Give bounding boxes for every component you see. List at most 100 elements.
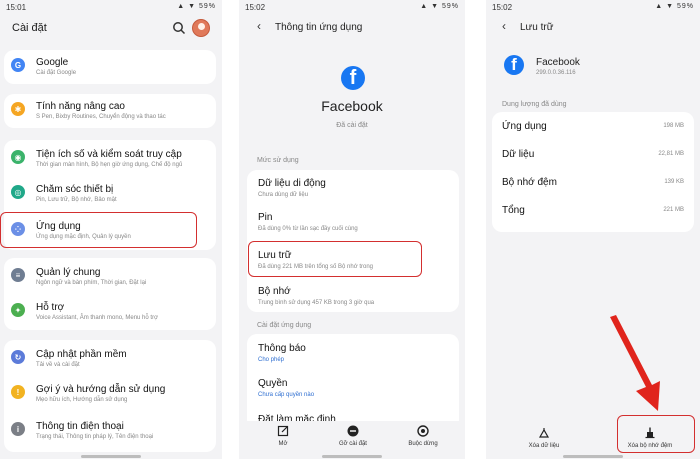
clear-cache-highlight-box xyxy=(617,415,695,453)
accessibility-icon: ✦ xyxy=(11,303,25,317)
section-label-usage: Mức sử dụng xyxy=(257,157,299,164)
back-chevron-icon[interactable]: ‹ xyxy=(257,19,261,33)
settings-item-advanced[interactable]: ✱ Tính năng nâng cao S Pen, Bixby Routin… xyxy=(4,97,216,125)
storage-row-label: Ứng dụng xyxy=(502,121,547,132)
row-mobile-data[interactable]: Dữ liệu di động Chưa dùng dữ liệu xyxy=(247,178,459,206)
open-label: Mở xyxy=(278,441,288,447)
device-care-icon: ◎ xyxy=(11,185,25,199)
status-time: 15:02 xyxy=(492,3,513,12)
apps-highlight-box xyxy=(0,212,197,248)
storage-row-app: Ứng dụng 198 MB xyxy=(492,114,694,142)
clear-data-button[interactable]: Xóa dữ liệu xyxy=(514,427,574,449)
settings-item-title: Cập nhật phần mềm xyxy=(36,349,127,360)
app-info-action-bar: Mở Gỡ cài đặt Buộc dừng xyxy=(239,421,465,459)
row-subtitle: Trung bình sử dụng 457 KB trong 3 giờ qu… xyxy=(258,300,375,306)
nav-handle xyxy=(322,455,382,458)
storage-row-value: 198 MB xyxy=(663,123,684,129)
row-title: Thông báo xyxy=(258,343,306,354)
storage-row-value: 22,81 MB xyxy=(658,151,684,157)
settings-item-device-care[interactable]: ◎ Chăm sóc thiết bị Pin, Lưu trữ, Bộ nhớ… xyxy=(4,180,216,208)
settings-item-title: Google xyxy=(36,57,69,68)
force-stop-label: Buộc dừng xyxy=(408,441,438,447)
settings-item-subtitle: Trạng thái, Thông tin pháp lý, Tên điện … xyxy=(36,434,154,440)
row-subtitle: Đã dùng 0% từ lần sạc đầy cuối cùng xyxy=(258,226,358,232)
open-button[interactable]: Mở xyxy=(253,425,313,447)
section-label-used-space: Dung lượng đã dùng xyxy=(502,101,567,108)
page-title: Cài đặt xyxy=(12,22,47,34)
row-battery[interactable]: Pin Đã dùng 0% từ lần sạc đầy cuối cùng xyxy=(247,212,459,240)
settings-item-general[interactable]: ≡ Quản lý chung Ngôn ngữ và bàn phím, Th… xyxy=(4,263,216,291)
red-arrow-annotation xyxy=(610,315,660,411)
storage-row-label: Bộ nhớ đệm xyxy=(502,177,557,188)
settings-item-subtitle: Mẹo hữu ích, Hướng dẫn sử dụng xyxy=(36,397,128,403)
row-title: Dữ liệu di động xyxy=(258,178,326,189)
settings-item-google[interactable]: G Google Cài đặt Google xyxy=(4,53,216,81)
uninstall-icon xyxy=(347,425,359,437)
force-stop-icon xyxy=(417,425,429,437)
settings-item-accessibility[interactable]: ✦ Hỗ trợ Voice Assistant, Âm thanh mono,… xyxy=(4,298,216,326)
row-permissions[interactable]: Quyền Chưa cấp quyền nào xyxy=(247,378,459,406)
status-bar: 15:01 ▲ ▼ 59% xyxy=(0,0,222,14)
settings-item-title: Tiện ích số và kiểm soát truy cập xyxy=(36,149,182,160)
settings-card-google: G Google Cài đặt Google xyxy=(4,50,216,84)
storage-row-label: Dữ liệu xyxy=(502,149,535,160)
status-time: 15:02 xyxy=(245,3,266,12)
settings-item-subtitle: Cài đặt Google xyxy=(36,70,77,76)
settings-item-subtitle: Tải về và cài đặt xyxy=(36,362,80,368)
settings-item-subtitle: Pin, Lưu trữ, Bộ nhớ, Bảo mật xyxy=(36,197,117,203)
status-bar: 15:02 ▲ ▼ 59% xyxy=(486,0,700,14)
status-icons: ▲ ▼ 59% xyxy=(655,3,694,10)
app-install-status: Đã cài đặt xyxy=(336,122,368,129)
settings-item-title: Tính năng nâng cao xyxy=(36,101,125,112)
settings-item-subtitle: Thời gian màn hình, Bộ hẹn giờ ứng dụng,… xyxy=(36,162,183,168)
settings-item-tips[interactable]: ! Gợi ý và hướng dẫn sử dụng Mẹo hữu ích… xyxy=(4,380,216,408)
row-subtitle: Chưa cấp quyền nào xyxy=(258,392,315,398)
settings-card-general: ≡ Quản lý chung Ngôn ngữ và bàn phím, Th… xyxy=(4,258,216,330)
status-icons: ▲ ▼ 59% xyxy=(177,3,216,10)
status-icons: ▲ ▼ 59% xyxy=(420,3,459,10)
search-icon[interactable] xyxy=(172,21,186,35)
storage-row-cache: Bộ nhớ đệm 139 KB xyxy=(492,170,694,198)
status-bar: 15:02 ▲ ▼ 59% xyxy=(239,0,465,14)
settings-item-title: Thông tin điện thoại xyxy=(36,421,124,432)
storage-highlight-box xyxy=(248,241,422,277)
nav-handle xyxy=(81,455,141,458)
section-label-settings: Cài đặt ứng dụng xyxy=(257,322,312,329)
avatar[interactable] xyxy=(192,19,210,37)
row-subtitle: Cho phép xyxy=(258,357,285,363)
storage-usage-card: Ứng dụng 198 MB Dữ liệu 22,81 MB Bộ nhớ … xyxy=(492,112,694,232)
settings-item-about-phone[interactable]: i Thông tin điện thoại Trạng thái, Thông… xyxy=(4,417,216,445)
uninstall-button[interactable]: Gỡ cài đặt xyxy=(323,425,383,447)
row-title: Pin xyxy=(258,212,273,223)
settings-card-advanced: ✱ Tính năng nâng cao S Pen, Bixby Routin… xyxy=(4,94,216,128)
settings-item-subtitle: Ngôn ngữ và bàn phím, Thời gian, Đặt lại xyxy=(36,280,147,286)
facebook-logo-icon: f xyxy=(504,55,524,75)
gear-plus-icon: ✱ xyxy=(11,102,25,116)
row-memory[interactable]: Bộ nhớ Trung bình sử dụng 457 KB trong 3… xyxy=(247,286,459,314)
settings-panel: 15:01 ▲ ▼ 59% Cài đặt G Google Cài đặt G… xyxy=(0,0,222,459)
row-subtitle: Chưa dùng dữ liệu xyxy=(258,192,309,198)
storage-row-label: Tổng xyxy=(502,205,525,216)
nav-handle xyxy=(563,455,623,458)
clear-data-icon xyxy=(538,428,550,438)
storage-panel: 15:02 ▲ ▼ 59% ‹ Lưu trữ f Facebook 299.0… xyxy=(486,0,700,459)
app-version: 299.0.0.36.116 xyxy=(536,70,576,76)
settings-item-title: Chăm sóc thiết bị xyxy=(36,184,114,195)
sliders-icon: ≡ xyxy=(11,268,25,282)
storage-row-value: 139 KB xyxy=(664,179,684,185)
clear-data-label: Xóa dữ liệu xyxy=(528,443,560,449)
storage-row-value: 221 MB xyxy=(663,207,684,213)
settings-item-title: Hỗ trợ xyxy=(36,302,65,313)
settings-header: Cài đặt xyxy=(0,14,222,44)
settings-item-software-update[interactable]: ↻ Cập nhật phần mềm Tải về và cài đặt xyxy=(4,345,216,373)
row-title: Quyền xyxy=(258,378,288,389)
facebook-logo-icon: f xyxy=(341,66,365,90)
settings-item-subtitle: S Pen, Bixby Routines, Chuyển động và th… xyxy=(36,114,166,120)
settings-item-wellbeing[interactable]: ◉ Tiện ích số và kiểm soát truy cập Thời… xyxy=(4,145,216,173)
force-stop-button[interactable]: Buộc dừng xyxy=(393,425,453,447)
uninstall-label: Gỡ cài đặt xyxy=(339,441,367,447)
google-icon: G xyxy=(11,58,25,72)
settings-item-title: Quản lý chung xyxy=(36,267,101,278)
back-chevron-icon[interactable]: ‹ xyxy=(502,19,506,33)
row-notifications[interactable]: Thông báo Cho phép xyxy=(247,343,459,371)
